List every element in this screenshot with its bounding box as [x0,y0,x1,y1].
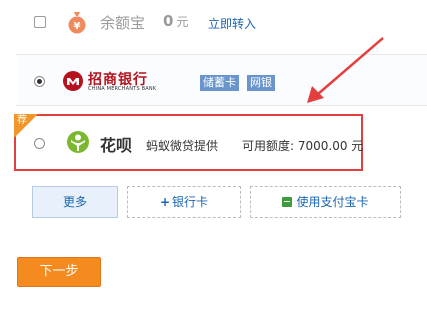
add-bank-card-label: 银行卡 [172,195,209,209]
bank-name-en: CHINA MERCHANTS BANK [88,86,157,92]
svg-text:¥: ¥ [74,21,81,32]
add-bank-card-button[interactable]: + 银行卡 [127,186,241,218]
balance-option-row: ¥ 余额宝 0元 立即转入 [0,0,427,48]
balance-label: 余额宝 [100,14,146,32]
transfer-in-link[interactable]: 立即转入 [208,15,256,32]
huabei-provider: 蚂蚁微贷提供 [146,139,219,153]
use-alipay-card-button[interactable]: 使用支付宝卡 [250,186,401,218]
plus-icon: + [159,195,171,209]
next-step-button[interactable]: 下一步 [17,257,101,287]
more-options-button[interactable]: 更多 [32,186,118,218]
cmb-emblem-icon [63,71,83,91]
balance-amount-unit: 元 [176,15,189,29]
huabei-available-credit: 可用额度: 7000.00 元 [242,139,364,153]
bank-logo: 招商银行 CHINA MERCHANTS BANK [62,69,172,95]
money-bag-icon: ¥ [68,12,86,34]
balance-checkbox[interactable] [34,16,46,28]
huabei-logo-icon [67,131,89,153]
balance-amount-value: 0 [163,12,174,30]
card-icon [282,197,293,207]
huabei-radio[interactable] [34,138,45,149]
payment-method-panel: ¥ 余额宝 0元 立即转入 招商银行 CHINA MERCHANTS BANK … [0,0,427,320]
balance-amount: 0元 [163,12,188,30]
debit-card-tag: 储蓄卡 [200,75,239,91]
bank-card-option-row[interactable]: 招商银行 CHINA MERCHANTS BANK 储蓄卡 网银 [16,54,427,106]
recommend-badge-label: 荐 [17,115,27,126]
use-alipay-card-label: 使用支付宝卡 [296,195,369,209]
online-banking-tag: 网银 [247,75,275,91]
huabei-option-row[interactable]: 荐 花呗 蚂蚁微贷提供 可用额度: 7000.00 元 [14,114,363,171]
bank-card-radio[interactable] [34,76,45,87]
huabei-name: 花呗 [100,136,133,155]
